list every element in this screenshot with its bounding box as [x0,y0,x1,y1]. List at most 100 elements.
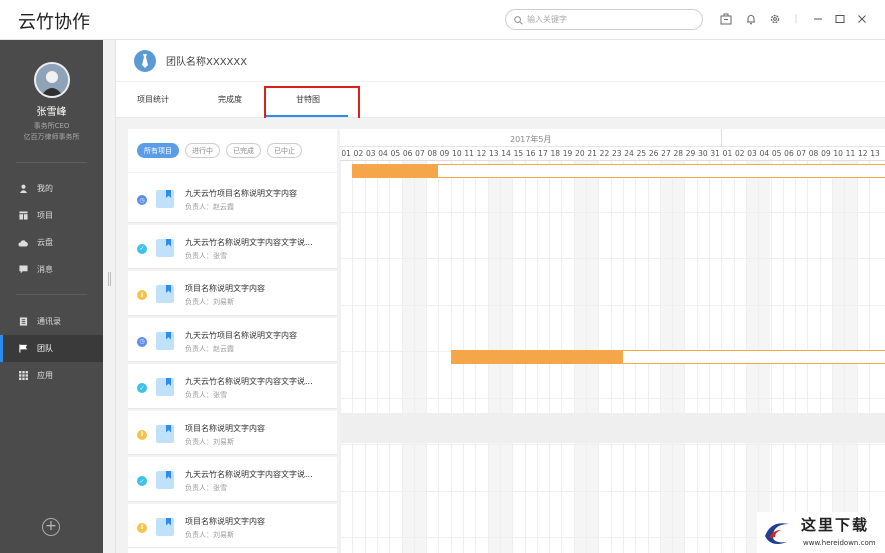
project-list: ◷ 九天云竹项目名称说明文字内容 负责人：赵云霞 ✓ 九天云竹名称说明文字内容文字说..… [128,176,337,548]
gantt-bar-progress[interactable] [352,164,439,178]
tab-project-stats[interactable]: 项目统计 [137,94,169,105]
search-input[interactable] [527,15,687,24]
bookmark-doc-icon [156,190,174,208]
drag-handle-icon[interactable] [108,272,111,286]
gantt-day-label: 11 [464,149,474,158]
sidebar-item-cloud[interactable]: 云盘 [0,229,103,256]
gantt-grid [340,161,885,553]
briefcase-icon[interactable] [719,12,733,26]
gantt-day-label: 31 [710,149,720,158]
month-divider [721,129,722,147]
add-icon[interactable]: + [42,518,60,536]
main-area: 团队名称XXXXXX 项目统计 完成度 甘特图 所有项目 进行中 已完成 已中止… [116,40,885,553]
gantt-day-label: 07 [415,149,425,158]
sidebar-item-team[interactable]: 团队 [0,335,103,362]
content-area: 所有项目 进行中 已完成 已中止 ◷ 九天云竹项目名称说明文字内容 负责人：赵云霞 ✓… [116,118,885,553]
gantt-day-label: 27 [661,149,671,158]
sidebar-item-mine[interactable]: 我的 [0,175,103,202]
gantt-bar-progress[interactable] [450,350,623,364]
project-owner: 负责人：张雪 [185,484,227,492]
minimize-icon[interactable] [811,12,825,26]
list-item[interactable]: ✓ 九天云竹名称说明文字内容文字说... 负责人：张雪 [128,222,337,269]
team-name: 团队名称XXXXXX [166,57,248,68]
gantt-day-label: 12 [476,149,487,158]
project-title: 项目名称说明文字内容 [185,516,265,526]
project-list-panel: 所有项目 进行中 已完成 已中止 ◷ 九天云竹项目名称说明文字内容 负责人：赵云霞 ✓… [128,129,337,553]
user-company: 亿百万律师事务所 [23,133,80,141]
watermark-text: 这里下载 [801,516,870,534]
filter-done[interactable]: 已完成 [226,143,261,158]
filter-stopped[interactable]: 已中止 [267,143,302,158]
avatar[interactable] [34,62,70,98]
search-icon [514,10,523,29]
user-name: 张雪峰 [36,107,67,118]
maximize-icon[interactable] [833,12,847,26]
project-title: 九天云竹名称说明文字内容文字说... [185,377,313,386]
list-item[interactable]: ✓ 九天云竹名称说明文字内容文字说... 负责人：张雪 [128,362,337,409]
project-owner: 负责人：赵云霞 [185,203,234,211]
gantt-row-line [340,444,885,445]
sidebar-item-label: 项目 [37,211,53,220]
search-box[interactable] [505,9,703,30]
panel-splitter[interactable] [103,40,116,553]
project-title: 九天云竹项目名称说明文字内容 [185,189,297,198]
gantt-day-label: 05 [390,149,401,158]
sidebar-divider [16,162,87,163]
gantt-day-label: 13 [870,149,880,158]
flag-icon [18,344,28,354]
project-owner: 负责人：刘易斯 [185,530,234,539]
gantt-day-label: 09 [821,149,831,158]
gantt-column [401,161,414,553]
project-title: 九天云竹项目名称说明文字内容 [185,330,297,340]
gantt-day-label: 05 [771,149,782,158]
gantt-day-label: 25 [636,149,647,158]
tab-completion[interactable]: 完成度 [218,94,242,105]
sidebar-item-label: 云盘 [37,238,53,247]
gantt-day-label: 04 [759,149,770,158]
sidebar-item-label: 我的 [37,184,53,193]
sidebar-item-label: 通讯录 [37,317,61,326]
gantt-row-line [340,258,885,259]
gantt-day-label: 02 [353,149,364,158]
gantt-chart: 2017年5月 01 02 03 04 05 06 07 08 09 10 11 12 13 14 15 16… [340,129,885,553]
gantt-day-label: 11 [845,149,856,158]
gantt-row-line [340,490,885,492]
status-in-progress-icon: ◷ [137,195,147,205]
close-icon[interactable] [855,12,869,26]
gantt-column [340,161,352,553]
sidebar-item-apps[interactable]: 应用 [0,362,103,389]
watermark-swirl-icon [765,523,789,544]
list-item[interactable]: ◷ 九天云竹项目名称说明文字内容 负责人：赵云霞 [128,315,337,362]
project-owner: 负责人：张雪 [185,251,227,260]
gantt-day-label: 03 [365,149,376,158]
project-icon [18,211,28,221]
sidebar-item-label: 团队 [37,344,53,353]
list-item[interactable]: ✓ 九天云竹名称说明文字内容文字说... 负责人：张雪 [128,455,337,502]
toolbar-divider: | [794,14,798,24]
bookmark-doc-icon [156,471,174,489]
message-icon [18,265,28,275]
list-item[interactable]: Ⅱ 项目名称说明文字内容 负责人：刘易斯 [128,408,337,455]
gantt-month-label: 2017年5月 [510,135,552,144]
list-item[interactable]: ◷ 九天云竹项目名称说明文字内容 负责人：赵云霞 [128,176,337,223]
filter-in-progress[interactable]: 进行中 [185,143,220,158]
bell-icon[interactable] [744,12,758,26]
sidebar-item-contacts[interactable]: 通讯录 [0,308,103,335]
sidebar: 张雪峰 事务所CEO 亿百万律师事务所 我的 项目 云盘 消息 通讯录 团队 应… [0,40,103,553]
gantt-day-row: 01 02 03 04 05 06 07 08 09 10 11 12 13 14 15 16 17 18 19 20… [340,147,885,161]
status-paused-icon: Ⅱ [137,522,147,533]
sidebar-item-projects[interactable]: 项目 [0,202,103,229]
gantt-day-label: 01 [722,149,733,158]
project-owner: 负责人：赵云霞 [185,344,234,353]
gantt-day-label: 06 [402,149,413,158]
filter-all[interactable]: 所有项目 [137,143,179,158]
gantt-day-label: 26 [648,149,659,158]
status-done-icon: ✓ [137,476,147,486]
sidebar-divider [16,294,87,295]
list-item[interactable]: Ⅱ 项目名称说明文字内容 负责人：刘易斯 [128,269,337,316]
sidebar-item-messages[interactable]: 消息 [0,256,103,283]
gear-icon[interactable] [768,12,782,26]
list-item[interactable]: Ⅱ 项目名称说明文字内容 负责人：刘易斯 [128,501,337,548]
grid-icon [18,371,28,381]
filter-bar: 所有项目 进行中 已完成 已中止 [128,129,337,173]
